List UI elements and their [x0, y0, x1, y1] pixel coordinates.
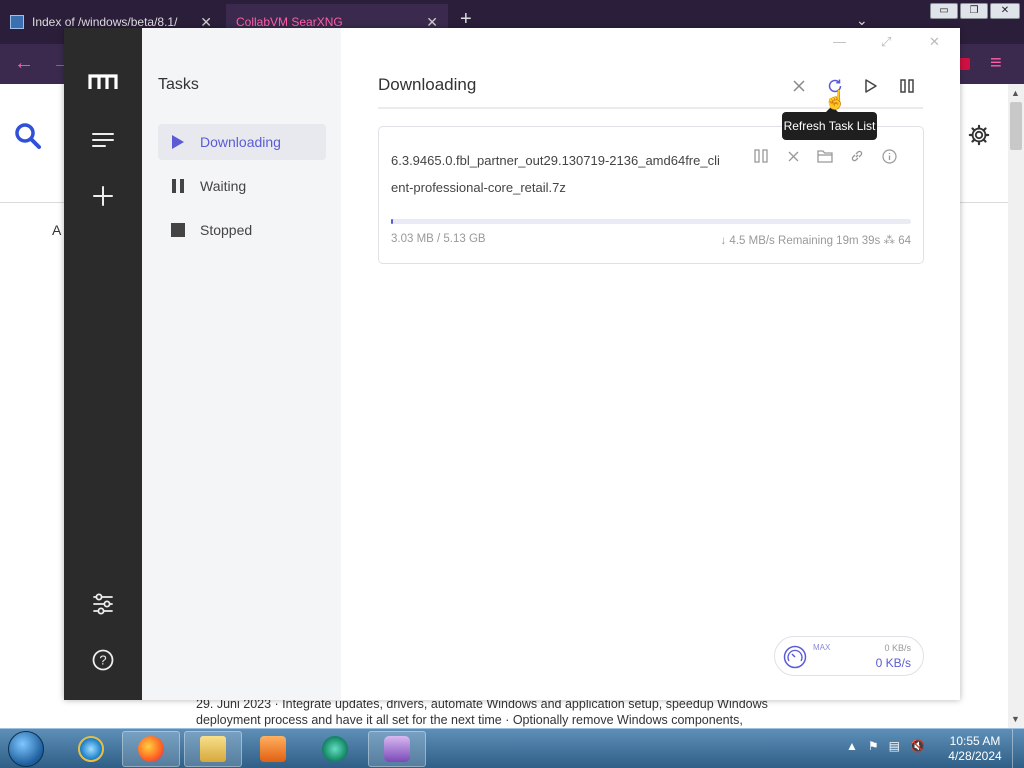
volume-muted-icon[interactable]: 🔇	[910, 739, 925, 753]
tab-label: CollabVM SearXNG	[236, 15, 343, 29]
clock[interactable]: 10:55 AM 4/28/2024	[944, 734, 1006, 764]
gear-icon[interactable]	[968, 124, 990, 146]
task-sidebar: Tasks Downloading Waiting Stopped	[142, 28, 341, 700]
sidebar-title: Tasks	[158, 76, 199, 93]
page-scrollbar[interactable]: ▲ ▼	[1008, 84, 1024, 728]
motrix-window: ? Tasks Downloading Waiting Stopped — ⤢ …	[64, 28, 960, 700]
taskbar-media-player[interactable]	[244, 731, 302, 767]
taskbar-explorer[interactable]	[184, 731, 242, 767]
task-progress-bar	[391, 219, 911, 224]
snippet-line: deployment process and have it all set f…	[196, 713, 743, 727]
task-filename: 6.3.9465.0.fbl_partner_out29.130719-2136…	[391, 153, 720, 195]
scroll-thumb[interactable]	[1010, 102, 1022, 150]
add-task-icon[interactable]	[88, 181, 118, 211]
internet-explorer-icon	[78, 736, 104, 762]
scroll-down-icon[interactable]: ▼	[1011, 714, 1020, 724]
clock-time: 10:55 AM	[949, 734, 1001, 748]
scroll-up-icon[interactable]: ▲	[1011, 88, 1020, 98]
play-icon	[170, 134, 186, 150]
minimize-button[interactable]: ▭	[930, 3, 958, 19]
help-icon[interactable]: ?	[88, 645, 118, 675]
pause-icon	[170, 178, 186, 194]
copy-link-icon[interactable]	[841, 145, 873, 167]
task-actions	[745, 145, 905, 167]
motrix-logo	[88, 74, 118, 89]
info-icon[interactable]	[873, 145, 905, 167]
network-icon[interactable]: ▤	[889, 739, 900, 753]
speedometer[interactable]: MAX 0 KB/s 0 KB/s	[774, 636, 924, 676]
sidebar-item-downloading[interactable]: Downloading	[158, 124, 326, 160]
app-icon	[322, 736, 348, 762]
folder-icon	[200, 736, 226, 762]
hand-cursor-icon: ☝	[824, 90, 847, 110]
show-desktop-button[interactable]	[1012, 729, 1024, 768]
sidebar-item-label: Stopped	[200, 222, 253, 238]
task-speed-info: ↓ 4.5 MB/s Remaining 19m 39s ⁂ 64	[720, 233, 911, 247]
pause-all-icon[interactable]	[897, 76, 917, 96]
sidebar-item-label: Downloading	[200, 134, 281, 150]
action-center-flag-icon[interactable]: ⚑	[868, 739, 879, 753]
speed-max-label: MAX	[813, 643, 831, 652]
tab-list-chevron-icon[interactable]: ⌄	[856, 12, 868, 29]
task-card[interactable]: 6.3.9465.0.fbl_partner_out29.130719-2136…	[378, 126, 924, 264]
app-close-icon[interactable]: ✕	[929, 34, 940, 50]
sidebar-item-label: Waiting	[200, 178, 247, 194]
start-button[interactable]	[8, 731, 44, 767]
page-title: Downloading	[378, 75, 477, 94]
taskbar-firefox[interactable]	[122, 731, 180, 767]
search-result-snippet: 29. Juni 2023 · Integrate updates, drive…	[196, 696, 816, 728]
delete-task-icon[interactable]	[777, 145, 809, 167]
search-icon[interactable]	[14, 122, 42, 150]
media-player-icon	[260, 736, 286, 762]
window-controls: ▭ ❐ ✕	[930, 3, 1020, 19]
tab-label: Index of /windows/beta/8.1/	[32, 15, 178, 29]
settings-sliders-icon[interactable]	[88, 589, 118, 619]
task-remaining: Remaining 19m 39s	[778, 235, 881, 247]
firefox-icon	[138, 736, 164, 762]
page-icon	[10, 15, 24, 29]
clock-date: 4/28/2024	[948, 749, 1002, 763]
folder-icon[interactable]	[809, 145, 841, 167]
refresh-tooltip: Refresh Task List	[782, 106, 877, 140]
pause-task-icon[interactable]	[745, 145, 777, 167]
motrix-taskbar-icon	[384, 736, 410, 762]
show-hidden-icons-icon[interactable]: ▲	[846, 739, 858, 753]
system-tray: ▲ ⚑ ▤ 🔇	[846, 739, 925, 753]
result-text-fragment: A	[52, 222, 62, 238]
resume-all-icon[interactable]	[861, 76, 881, 96]
sidebar-item-stopped[interactable]: Stopped	[158, 212, 326, 248]
help-glyph: ?	[99, 653, 106, 668]
app-maximize-icon[interactable]: ⤢	[881, 34, 891, 50]
close-window-button[interactable]: ✕	[990, 3, 1020, 19]
task-main-panel: — ⤢ ✕ Downloading 6.3.9465.0.fbl_partner…	[341, 28, 960, 700]
windows-taskbar: ▲ ⚑ ▤ 🔇 10:55 AM 4/28/2024	[0, 728, 1024, 768]
taskbar-app[interactable]	[306, 731, 364, 767]
back-arrow-icon[interactable]: ←	[14, 52, 34, 75]
menu-icon[interactable]	[88, 125, 118, 155]
app-rail: ?	[64, 28, 142, 700]
stop-icon	[170, 222, 186, 238]
task-connections: ⁂ 64	[883, 235, 912, 247]
maximize-button[interactable]: ❐	[960, 3, 988, 19]
hamburger-menu-icon[interactable]: ≡	[990, 52, 1002, 75]
task-stats: 3.03 MB / 5.13 GB ↓ 4.5 MB/s Remaining 1…	[391, 233, 911, 247]
task-progress-fill	[391, 219, 393, 224]
task-speed: ↓ 4.5 MB/s	[720, 235, 775, 247]
taskbar-internet-explorer[interactable]	[62, 731, 120, 767]
sidebar-item-waiting[interactable]: Waiting	[158, 168, 326, 204]
upload-speed: 0 KB/s	[884, 643, 911, 653]
download-speed: 0 KB/s	[875, 656, 911, 670]
delete-selected-icon[interactable]	[789, 76, 809, 96]
speedometer-icon	[783, 645, 807, 669]
app-minimize-icon[interactable]: —	[833, 34, 846, 49]
taskbar-motrix[interactable]	[368, 731, 426, 767]
task-size: 3.03 MB / 5.13 GB	[391, 233, 486, 245]
